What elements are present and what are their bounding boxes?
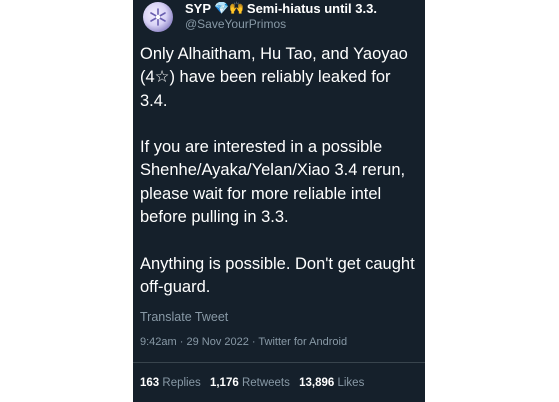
- tweet-card: SYP 💎🙌 Semi-hiatus until 3.3. @SaveYourP…: [133, 0, 425, 402]
- divider: [133, 362, 425, 363]
- name-emoji: 💎🙌: [214, 1, 244, 15]
- status-text: Semi-hiatus until 3.3.: [246, 0, 377, 16]
- replies-count: 163: [140, 377, 160, 389]
- retweets-stat[interactable]: 1,176 Retweets: [210, 377, 290, 389]
- replies-stat[interactable]: 163 Replies: [140, 377, 201, 389]
- author-handle[interactable]: @SaveYourPrimos: [185, 17, 286, 31]
- avatar[interactable]: [143, 2, 173, 32]
- engagement-stats: 163 Replies 1,176 Retweets 13,896 Likes: [140, 377, 364, 389]
- tweet-timestamp[interactable]: 9:42am · 29 Nov 2022 · Twitter for Andro…: [140, 336, 347, 348]
- retweets-label: Retweets: [241, 377, 290, 389]
- retweets-count: 1,176: [209, 377, 239, 389]
- display-name: SYP: [185, 0, 212, 16]
- replies-label: Replies: [162, 377, 201, 389]
- likes-stat[interactable]: 13,896 Likes: [299, 377, 364, 389]
- author-name[interactable]: SYP 💎🙌 Semi-hiatus until 3.3.: [185, 0, 377, 16]
- likes-label: Likes: [337, 377, 365, 389]
- translate-tweet-link[interactable]: Translate Tweet: [140, 310, 228, 324]
- tweet-text: Only Alhaitham, Hu Tao, and Yaoyao (4☆) …: [140, 45, 415, 296]
- snowflake-icon: [150, 8, 166, 26]
- likes-count: 13,896: [299, 377, 335, 389]
